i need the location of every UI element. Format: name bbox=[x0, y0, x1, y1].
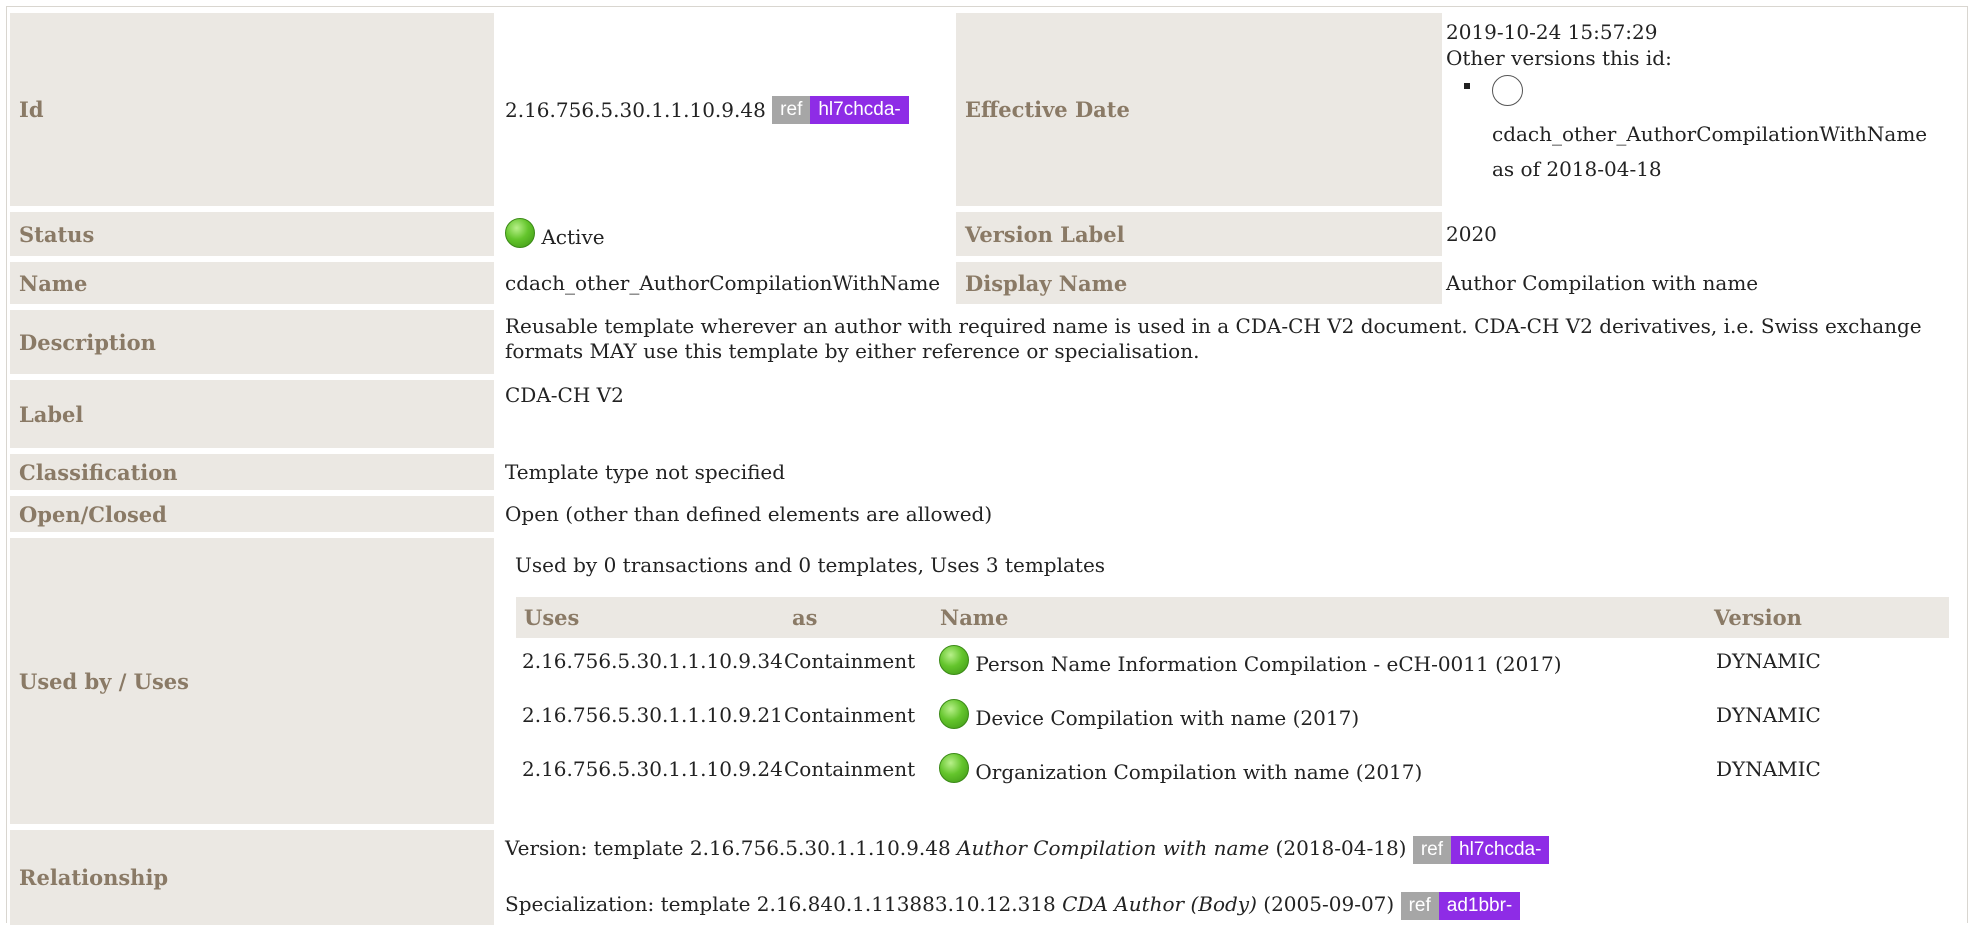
ref-badge[interactable]: ref bbox=[1412, 835, 1452, 864]
uses-id: 2.16.756.5.30.1.1.10.9.24 bbox=[522, 757, 783, 781]
version-label-value: 2020 bbox=[1446, 222, 1497, 246]
prefix-badge[interactable]: hl7chcda- bbox=[810, 95, 909, 124]
other-version-date: as of 2018-04-18 bbox=[1492, 157, 1662, 181]
classification-row: Classification Template type not specifi… bbox=[10, 454, 1960, 490]
uses-name-cell[interactable]: Device Compilation with name (2017) bbox=[939, 699, 1359, 730]
used-by-label: Used by / Uses bbox=[10, 538, 494, 824]
effective-date-value: 2019-10-24 15:57:29 bbox=[1446, 20, 1658, 44]
uses-as: Containment bbox=[784, 649, 916, 673]
status-unknown-icon bbox=[1492, 75, 1523, 106]
uses-name-cell[interactable]: Person Name Information Compilation - eC… bbox=[939, 645, 1562, 676]
other-version-link[interactable]: cdach_other_AuthorCompilationWithName as… bbox=[1446, 117, 1956, 187]
used-by-row: Used by / Uses Used by 0 transactions an… bbox=[10, 538, 1960, 824]
relationship-version-prefix: Version: template 2.16.756.5.30.1.1.10.9… bbox=[505, 836, 951, 860]
name-value: cdach_other_AuthorCompilationWithName bbox=[505, 271, 941, 295]
col-uses: Uses bbox=[524, 605, 580, 630]
status-active-icon bbox=[939, 645, 969, 675]
col-version: Version bbox=[1714, 605, 1802, 630]
relationship-row: Relationship Version: template 2.16.756.… bbox=[10, 830, 1960, 925]
uses-id: 2.16.756.5.30.1.1.10.9.21 bbox=[522, 703, 783, 727]
name-row: Name cdach_other_AuthorCompilationWithNa… bbox=[10, 262, 1960, 304]
other-version-name: cdach_other_AuthorCompilationWithName bbox=[1492, 122, 1928, 146]
used-by-summary: Used by 0 transactions and 0 templates, … bbox=[515, 553, 1106, 577]
relationship-spec-prefix: Specialization: template 2.16.840.1.1138… bbox=[505, 892, 1056, 916]
table-row[interactable]: 2.16.756.5.30.1.1.10.9.34 Containment Pe… bbox=[516, 645, 1949, 693]
relationship-label: Relationship bbox=[10, 830, 494, 925]
display-name-label: Display Name bbox=[956, 262, 1442, 304]
id-value-cell: 2.16.756.5.30.1.1.10.9.48 ref hl7chcda- bbox=[505, 13, 909, 206]
status-value-cell: Active bbox=[505, 218, 605, 249]
prefix-badge[interactable]: hl7chcda- bbox=[1451, 835, 1550, 864]
effective-date-label: Effective Date bbox=[956, 13, 1442, 206]
uses-version: DYNAMIC bbox=[1716, 649, 1821, 673]
open-closed-label: Open/Closed bbox=[10, 496, 494, 532]
display-name-value: Author Compilation with name bbox=[1446, 271, 1759, 295]
description-row: Description Reusable template wherever a… bbox=[10, 310, 1960, 374]
uses-table-header: Uses as Name Version bbox=[516, 597, 1949, 638]
col-as: as bbox=[792, 605, 818, 630]
id-row: Id 2.16.756.5.30.1.1.10.9.48 ref hl7chcda… bbox=[10, 13, 1960, 206]
status-active-icon bbox=[939, 699, 969, 729]
description-value: Reusable template wherever an author wit… bbox=[505, 314, 1922, 363]
id-value: 2.16.756.5.30.1.1.10.9.48 bbox=[505, 97, 766, 122]
bullet-icon bbox=[1464, 83, 1470, 89]
table-row[interactable]: 2.16.756.5.30.1.1.10.9.21 Containment De… bbox=[516, 699, 1949, 747]
relationship-version-date: (2018-04-18) bbox=[1275, 836, 1407, 860]
other-version-item bbox=[1446, 75, 1956, 111]
version-label-label: Version Label bbox=[956, 212, 1442, 256]
relationship-specialization: Specialization: template 2.16.840.1.1138… bbox=[505, 889, 1521, 920]
label-value: CDA-CH V2 bbox=[505, 383, 624, 407]
status-value: Active bbox=[541, 225, 605, 249]
status-active-icon bbox=[505, 218, 535, 248]
relationship-version: Version: template 2.16.756.5.30.1.1.10.9… bbox=[505, 833, 1550, 864]
id-label: Id bbox=[10, 13, 494, 206]
col-name: Name bbox=[940, 605, 1009, 630]
open-closed-row: Open/Closed Open (other than defined ele… bbox=[10, 496, 1960, 532]
effective-date-cell: 2019-10-24 15:57:29 Other versions this … bbox=[1446, 19, 1956, 187]
relationship-spec-date: (2005-09-07) bbox=[1263, 892, 1395, 916]
status-active-icon bbox=[939, 753, 969, 783]
relationship-version-name[interactable]: Author Compilation with name bbox=[957, 836, 1269, 860]
uses-name: Device Compilation with name (2017) bbox=[975, 706, 1360, 730]
prefix-badge[interactable]: ad1bbr- bbox=[1438, 891, 1521, 920]
uses-id: 2.16.756.5.30.1.1.10.9.34 bbox=[522, 649, 783, 673]
label-label: Label bbox=[10, 380, 494, 448]
classification-label: Classification bbox=[10, 454, 494, 490]
label-row: Label CDA-CH V2 bbox=[10, 380, 1960, 448]
uses-version: DYNAMIC bbox=[1716, 703, 1821, 727]
description-label: Description bbox=[10, 310, 494, 374]
status-row: Status Active Version Label 2020 bbox=[10, 212, 1960, 256]
uses-version: DYNAMIC bbox=[1716, 757, 1821, 781]
status-label: Status bbox=[10, 212, 494, 256]
uses-name: Organization Compilation with name (2017… bbox=[975, 760, 1423, 784]
ref-badge[interactable]: ref bbox=[772, 95, 811, 124]
other-versions-label: Other versions this id: bbox=[1446, 46, 1672, 70]
name-label: Name bbox=[10, 262, 494, 304]
uses-name: Person Name Information Compilation - eC… bbox=[975, 652, 1562, 676]
uses-name-cell[interactable]: Organization Compilation with name (2017… bbox=[939, 753, 1422, 784]
classification-value: Template type not specified bbox=[505, 460, 786, 484]
open-closed-value: Open (other than defined elements are al… bbox=[505, 502, 993, 526]
ref-badge[interactable]: ref bbox=[1400, 891, 1439, 920]
relationship-spec-name[interactable]: CDA Author (Body) bbox=[1062, 892, 1257, 916]
uses-as: Containment bbox=[784, 703, 916, 727]
uses-as: Containment bbox=[784, 757, 916, 781]
table-row[interactable]: 2.16.756.5.30.1.1.10.9.24 Containment Or… bbox=[516, 753, 1949, 801]
